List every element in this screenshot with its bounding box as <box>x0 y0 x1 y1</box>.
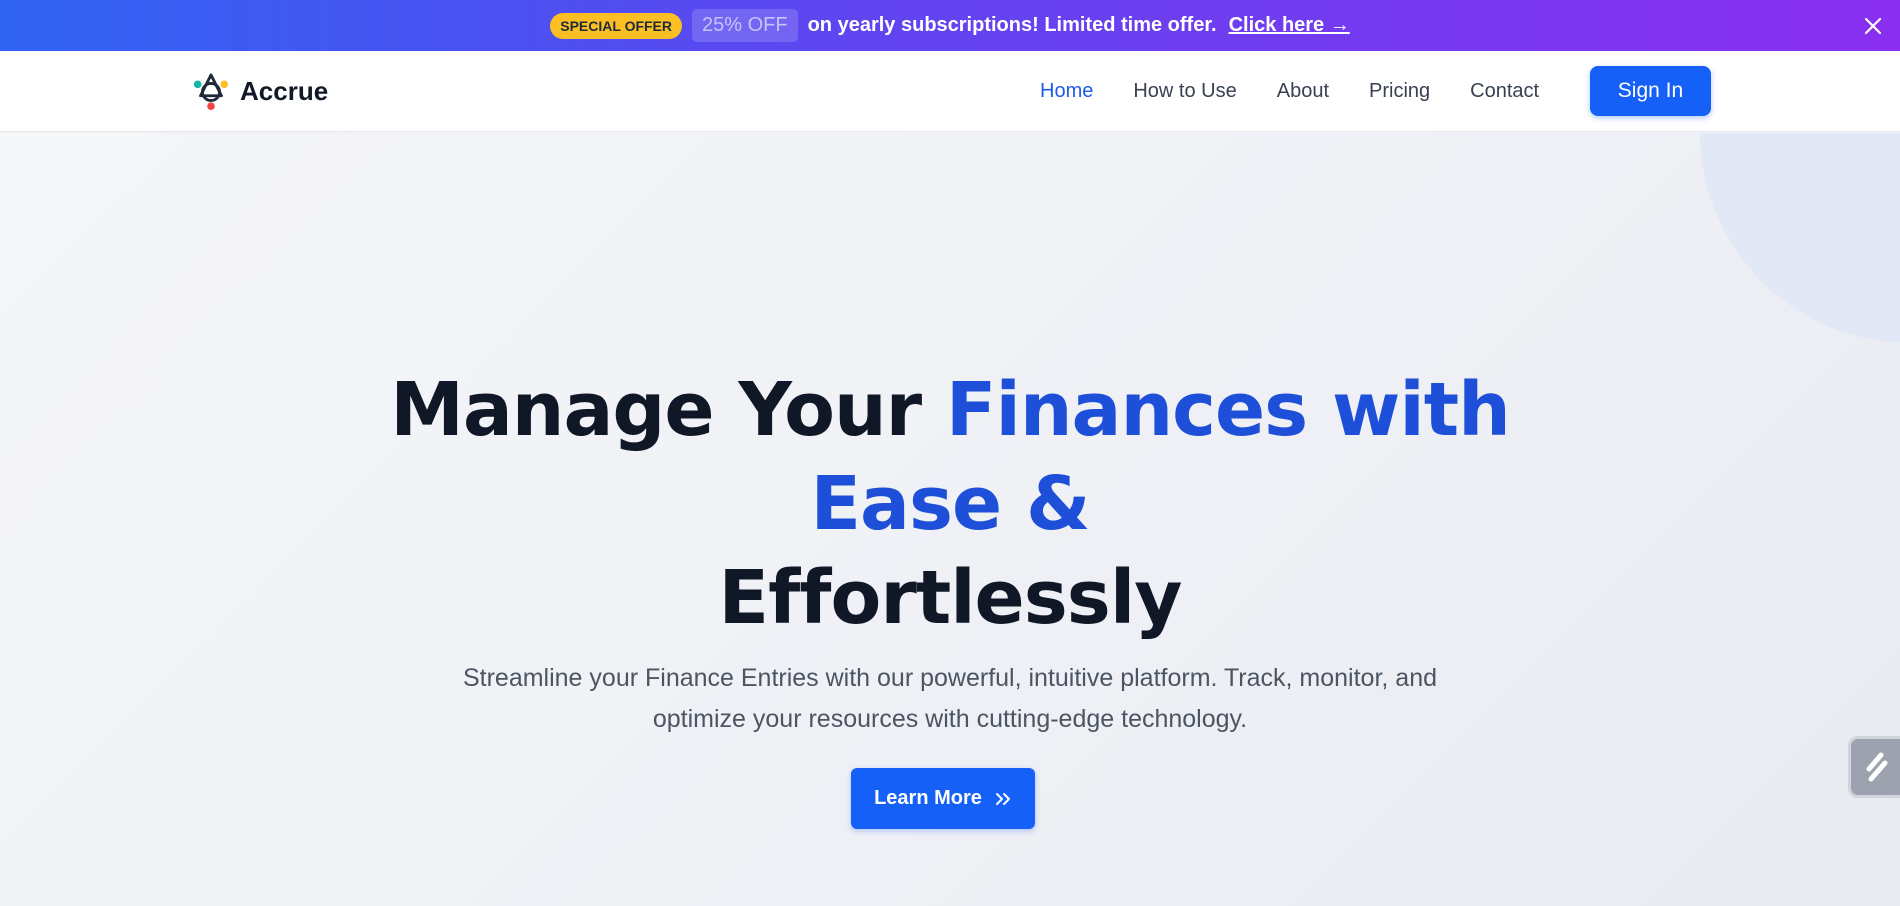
promo-banner: SPECIAL OFFER 25% OFF on yearly subscrip… <box>0 0 1900 51</box>
promo-message: on yearly subscriptions! Limited time of… <box>807 14 1217 36</box>
headline-part-2: Finances with <box>945 367 1511 453</box>
nav-link-home[interactable]: Home <box>1040 80 1093 103</box>
brand-name: Accrue <box>240 75 329 106</box>
learn-more-label: Learn More <box>874 787 982 809</box>
promo-content: SPECIAL OFFER 25% OFF on yearly subscrip… <box>550 9 1350 42</box>
special-offer-badge: SPECIAL OFFER <box>550 12 683 39</box>
learn-more-button[interactable]: Learn More <box>851 768 1035 829</box>
brand-link[interactable]: Accrue <box>192 71 328 111</box>
double-chevron-right-icon <box>995 792 1010 805</box>
top-navbar: Accrue Home How to Use About Pricing Con… <box>0 51 1900 132</box>
discount-badge: 25% OFF <box>692 9 798 42</box>
decorative-circle <box>1700 133 1900 343</box>
floating-widget-button[interactable] <box>1848 736 1900 798</box>
headline-line-2: Ease & <box>810 461 1090 547</box>
nav-link-about[interactable]: About <box>1277 80 1329 103</box>
headline-part-1: Manage Your <box>390 367 946 453</box>
hero-headline: Manage Your Finances with Ease & Effortl… <box>0 363 1900 645</box>
nav-link-pricing[interactable]: Pricing <box>1369 80 1430 103</box>
headline-line-1: Manage Your Finances with <box>0 363 1900 457</box>
promo-link[interactable]: Click here → <box>1229 14 1350 37</box>
headline-line-3: Effortlessly <box>718 555 1183 641</box>
nav-links: Home How to Use About Pricing Contact <box>1040 51 1539 132</box>
sign-in-button[interactable]: Sign In <box>1590 66 1711 116</box>
hero-section: Manage Your Finances with Ease & Effortl… <box>0 133 1900 906</box>
nav-link-how-to-use[interactable]: How to Use <box>1133 80 1236 103</box>
nav-link-contact[interactable]: Contact <box>1470 80 1539 103</box>
accrue-logo-icon <box>193 73 229 110</box>
hero-subheading: Streamline your Finance Entries with our… <box>462 664 1438 733</box>
lightning-icon <box>1866 752 1888 782</box>
close-icon[interactable] <box>1862 15 1884 37</box>
